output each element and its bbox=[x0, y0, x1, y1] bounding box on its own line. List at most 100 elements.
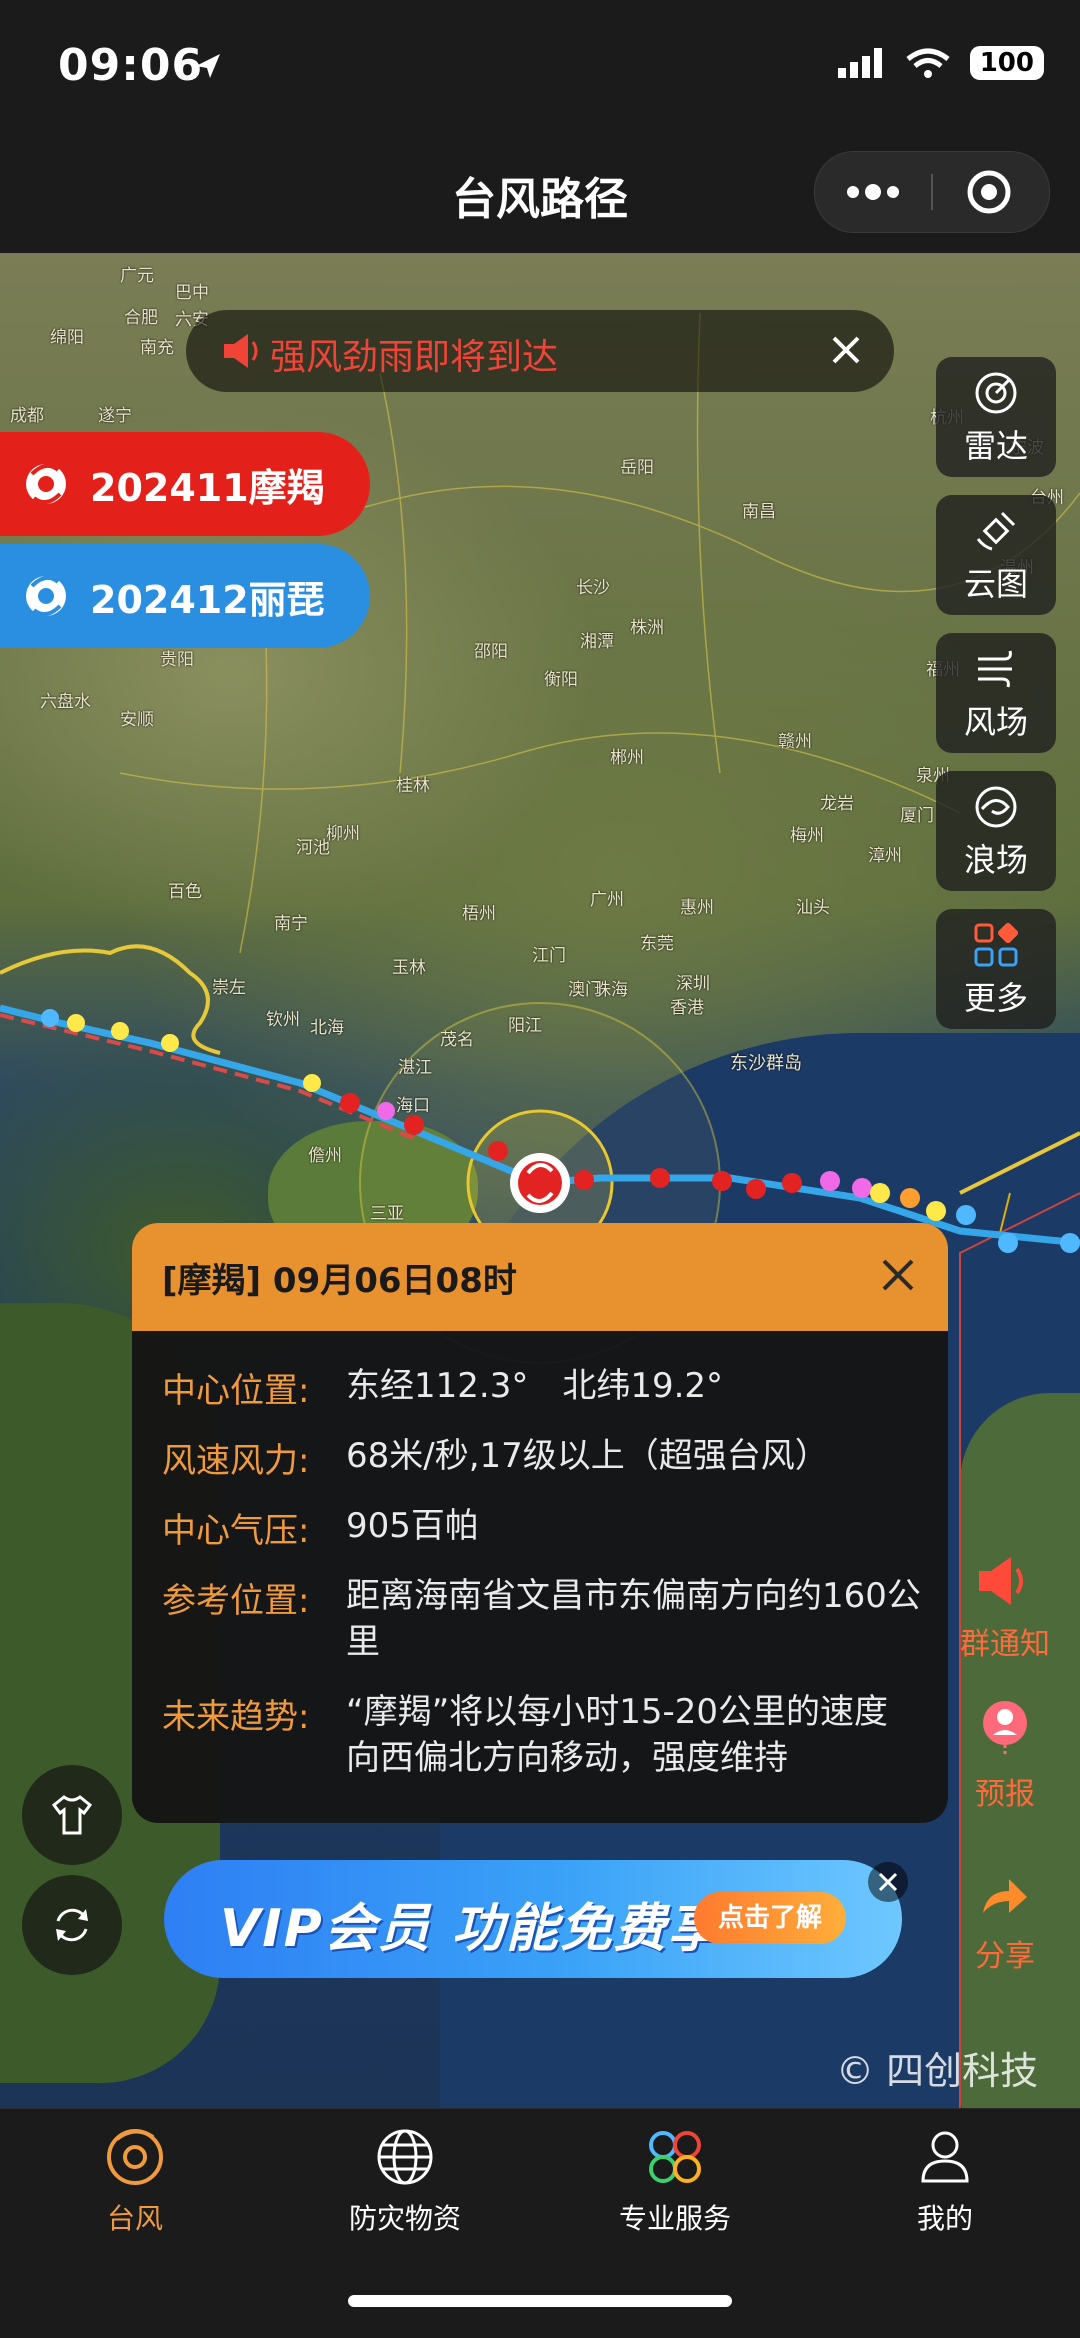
vip-banner[interactable]: VIP会员 功能免费享 点击了解 bbox=[164, 1860, 902, 1978]
shirt-icon bbox=[51, 1795, 93, 1835]
city-label: 汕头 bbox=[796, 898, 830, 918]
popup-header: [摩羯] 09月06日08时 bbox=[132, 1223, 948, 1331]
forecast-pin-icon bbox=[983, 1701, 1027, 1757]
close-target-icon[interactable] bbox=[965, 168, 1013, 216]
share-button[interactable]: 分享 bbox=[940, 1873, 1070, 1975]
typhoon-tag-leepi[interactable]: 202412丽琵 bbox=[0, 544, 370, 648]
wave-icon bbox=[975, 786, 1017, 828]
city-label: 长沙 bbox=[576, 578, 610, 598]
city-label: 儋州 bbox=[308, 1146, 342, 1166]
city-label: 东莞 bbox=[640, 934, 674, 954]
info-value: 68米/秒,17级以上（超强台风） bbox=[346, 1436, 829, 1476]
forecast-label: 预报 bbox=[975, 1777, 1035, 1812]
speaker-icon bbox=[224, 334, 258, 368]
wifi-icon bbox=[906, 48, 950, 78]
vip-text: VIP会员 功能免费享 bbox=[220, 1899, 722, 1959]
city-label: 安顺 bbox=[120, 710, 154, 730]
tab-services[interactable]: 专业服务 bbox=[540, 2125, 810, 2237]
city-label: 梧州 bbox=[462, 904, 496, 924]
radar-icon bbox=[975, 372, 1017, 414]
city-label: 巴中 bbox=[175, 283, 209, 303]
info-value: 东经112.3° 北纬19.2° bbox=[346, 1366, 724, 1406]
copyright-text: © 四创科技 bbox=[836, 2049, 1039, 2093]
city-label: 贵阳 bbox=[160, 650, 194, 670]
tab-label: 防灾物资 bbox=[348, 2202, 461, 2235]
cloud-image-label: 云图 bbox=[963, 565, 1028, 603]
tab-supplies[interactable]: 防灾物资 bbox=[270, 2125, 540, 2237]
city-label: 广州 bbox=[590, 890, 624, 910]
city-label: 香港 bbox=[670, 998, 704, 1018]
capsule-divider bbox=[931, 174, 933, 210]
tab-typhoon[interactable]: 台风 bbox=[0, 2125, 270, 2237]
city-label: 成都 bbox=[10, 406, 44, 426]
city-label: 岳阳 bbox=[620, 458, 654, 478]
group-notify-button[interactable]: 群通知 bbox=[940, 1553, 1070, 1663]
typhoon-tag-yagi[interactable]: 202411摩羯 bbox=[0, 432, 370, 536]
person-icon bbox=[921, 2131, 969, 2183]
battery-indicator: 100 bbox=[969, 46, 1044, 80]
info-label: 未来趋势: bbox=[162, 1697, 310, 1737]
more-dots-icon[interactable] bbox=[845, 178, 901, 206]
wave-field-button[interactable]: 浪场 bbox=[936, 771, 1056, 891]
location-arrow-icon bbox=[196, 54, 220, 78]
megaphone-icon bbox=[979, 1557, 1023, 1605]
city-label: 湛江 bbox=[398, 1058, 432, 1078]
typhoon-icon bbox=[26, 463, 66, 505]
wave-field-label: 浪场 bbox=[963, 841, 1028, 879]
tab-label: 我的 bbox=[916, 2202, 973, 2235]
city-label: 崇左 bbox=[212, 978, 246, 998]
popup-title: [摩羯] 09月06日08时 bbox=[162, 1261, 517, 1301]
more-button[interactable]: 更多 bbox=[936, 909, 1056, 1029]
tab-mine[interactable]: 我的 bbox=[810, 2125, 1080, 2237]
info-label: 风速风力: bbox=[162, 1441, 310, 1481]
status-time: 09:06 bbox=[58, 40, 204, 91]
info-row-center: 中心位置: 东经112.3° 北纬19.2° bbox=[162, 1363, 922, 1412]
city-label: 南宁 bbox=[274, 914, 308, 934]
typhoon-label: 202411摩羯 bbox=[90, 465, 325, 510]
close-icon[interactable] bbox=[876, 1253, 920, 1297]
city-label: 北海 bbox=[310, 1018, 344, 1038]
vip-learn-more-button[interactable]: 点击了解 bbox=[694, 1892, 846, 1944]
wind-field-label: 风场 bbox=[963, 703, 1028, 741]
typhoon-center-marker bbox=[510, 1153, 570, 1213]
city-label: 梅州 bbox=[790, 826, 824, 846]
city-label: 龙岩 bbox=[820, 794, 854, 814]
city-label: 合肥 bbox=[124, 308, 158, 328]
city-label: 南昌 bbox=[742, 502, 776, 522]
alert-banner[interactable]: 强风劲雨即将到达 bbox=[186, 310, 894, 392]
city-label: 郴州 bbox=[610, 748, 644, 768]
refresh-button[interactable] bbox=[22, 1875, 122, 1975]
more-grid-icon bbox=[974, 923, 1018, 967]
city-label: 厦门 bbox=[900, 806, 934, 826]
forecast-button[interactable]: 预报 bbox=[940, 1699, 1070, 1813]
city-label: 江门 bbox=[532, 946, 566, 966]
map-view[interactable]: 合肥 六安 广元 巴中 绵阳 南充 成都 遂宁 重庆 长沙 南昌 岳阳 株洲 湘… bbox=[0, 253, 1080, 2108]
share-label: 分享 bbox=[975, 1939, 1035, 1974]
typhoon-info-popup: [摩羯] 09月06日08时 中心位置: 东经112.3° 北纬19.2° 风速… bbox=[132, 1223, 948, 1823]
close-icon bbox=[878, 1872, 898, 1892]
city-label: 惠州 bbox=[680, 898, 714, 918]
radar-button[interactable]: 雷达 bbox=[936, 357, 1056, 477]
city-label: 三亚 bbox=[370, 1204, 404, 1224]
city-label: 河池 bbox=[296, 838, 330, 858]
info-row-reference: 参考位置: 距离海南省文昌市东偏南方向约160公里 bbox=[162, 1573, 922, 1665]
close-icon[interactable] bbox=[820, 324, 872, 376]
city-label: 衡阳 bbox=[544, 670, 578, 690]
info-label: 参考位置: bbox=[162, 1581, 310, 1621]
cloud-image-button[interactable]: 云图 bbox=[936, 495, 1056, 615]
city-label: 茂名 bbox=[440, 1030, 474, 1050]
typhoon-icon bbox=[26, 575, 66, 617]
group-notify-label: 群通知 bbox=[960, 1627, 1050, 1662]
city-label: 玉林 bbox=[392, 958, 426, 978]
wind-field-button[interactable]: 风场 bbox=[936, 633, 1056, 753]
city-label: 绵阳 bbox=[50, 328, 84, 348]
clothing-button[interactable] bbox=[22, 1765, 122, 1865]
vip-close-button[interactable] bbox=[868, 1862, 908, 1902]
home-indicator bbox=[348, 2295, 732, 2307]
city-label: 阳江 bbox=[508, 1016, 542, 1036]
city-label: 邵阳 bbox=[474, 642, 508, 662]
city-label: 湘潭 bbox=[580, 632, 614, 652]
tab-label: 专业服务 bbox=[618, 2202, 731, 2235]
typhoon-tab-icon bbox=[107, 2129, 163, 2185]
info-value: “摩羯”将以每小时15-20公里的速度向西偏北方向移动，强度维持 bbox=[346, 1692, 889, 1778]
